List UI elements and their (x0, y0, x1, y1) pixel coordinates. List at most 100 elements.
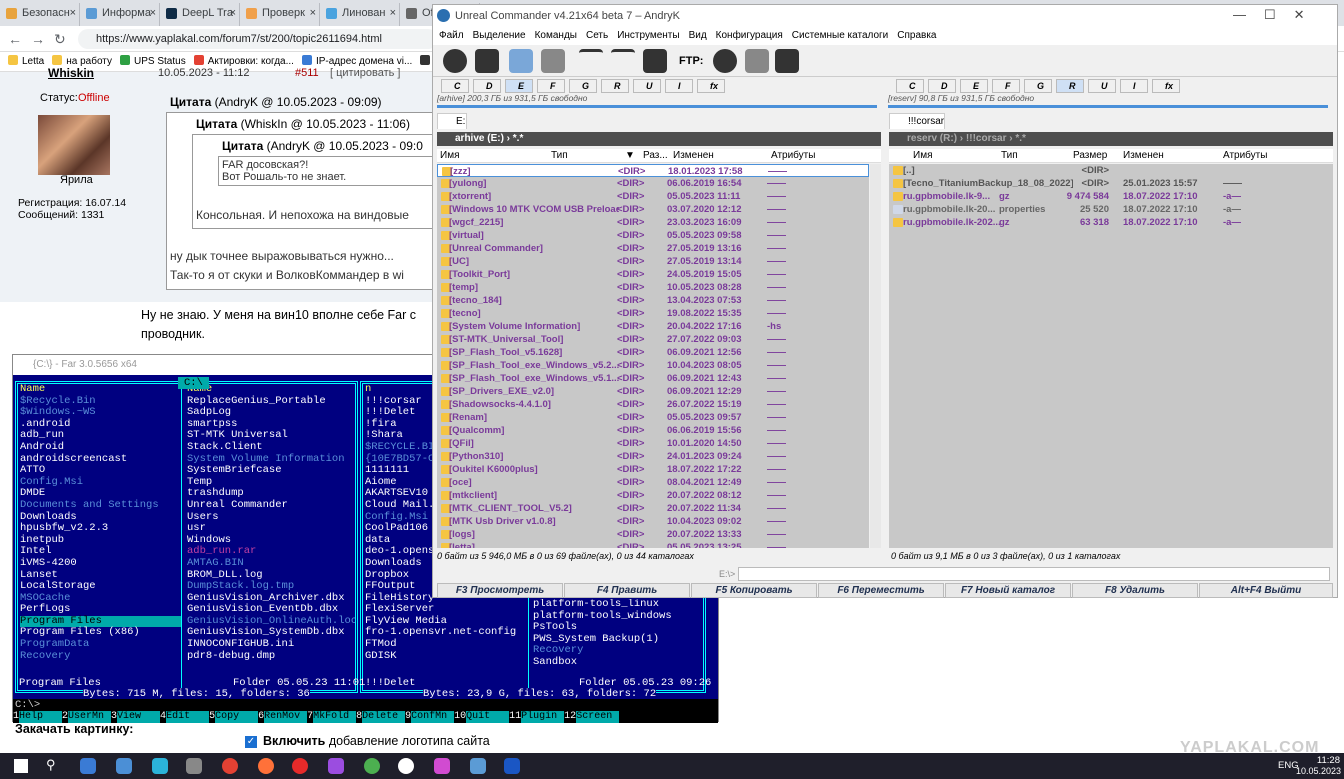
far-file-entry[interactable]: hpusbfw_v2.2.3 (20, 523, 181, 535)
file-row[interactable]: [Unreal Commander] <DIR> 27.05.2019 13:16—… (437, 242, 869, 255)
drive-button[interactable]: fx (697, 79, 725, 93)
close-icon[interactable]: × (310, 3, 316, 24)
uc-menu-item[interactable]: Файл (439, 30, 464, 41)
uc-right-header[interactable]: Имя Тип Размер Изменен Атрибуты (889, 149, 1333, 163)
window-controls[interactable]: —☐✕ (1233, 7, 1323, 23)
drive-button[interactable]: F (537, 79, 565, 93)
browser-tab[interactable]: DeepL Tra × (160, 3, 240, 26)
swap-back-icon[interactable] (611, 49, 635, 73)
file-row[interactable]: ru.gpbmobile.lk-9... gz 9 474 584 18.07.202… (889, 190, 1333, 203)
file-row[interactable]: [SP_Flash_Tool_exe_Windows_v5.1...] <DIR>… (437, 372, 869, 385)
far-task-icon[interactable] (504, 758, 520, 774)
uc-toolbar[interactable]: FTP: (433, 45, 1337, 77)
drive-button[interactable]: C (896, 79, 924, 93)
file-row[interactable]: [MTK Usb Driver v1.0.8] <DIR> 10.04.2023 0… (437, 515, 869, 528)
uc-right-path[interactable]: reserv (R:) › !!!corsar › *.* (889, 132, 1333, 146)
chrome-icon[interactable] (222, 758, 238, 774)
app-star-icon[interactable] (152, 758, 168, 774)
far-key-label[interactable]: View (117, 711, 161, 723)
far-left-col2[interactable]: Name ReplaceGenius_Portable SadpLog smartps… (187, 384, 355, 690)
drive-button[interactable]: U (633, 79, 661, 93)
uc-menu-item[interactable]: Сеть (586, 30, 608, 41)
file-row[interactable]: [UC] <DIR> 27.05.2019 13:14 —— (437, 255, 869, 268)
far-file-entry[interactable]: Android (20, 441, 181, 454)
uc-menu-item[interactable]: Вид (689, 30, 707, 41)
col-type[interactable]: Тип (1001, 149, 1018, 163)
function-key-button[interactable]: F4 Править (564, 583, 690, 598)
far-file-entry[interactable]: LocalStorage (20, 580, 181, 593)
ftp-disconnect-icon[interactable] (775, 49, 799, 73)
file-row[interactable]: [SP_Flash_Tool_v5.1628] <DIR> 06.09.2021 1… (437, 346, 869, 359)
far-file-entry[interactable]: ProgramData (20, 638, 181, 651)
logo-checkbox[interactable]: ✓ (245, 736, 257, 748)
file-row[interactable]: [Windows 10 MTK VCOM USB Preload...] <DIR… (437, 203, 869, 216)
bookmark-item[interactable]: Letta (8, 52, 44, 71)
far-key-label[interactable]: Quit (466, 711, 510, 723)
file-row[interactable]: [letta] <DIR> 05.05.2023 13:25 —— (437, 541, 869, 548)
app-pink-icon[interactable] (434, 758, 450, 774)
col-name[interactable]: Имя (913, 149, 932, 163)
uc-menu-item[interactable]: Команды (535, 30, 577, 41)
close-icon[interactable]: × (230, 3, 236, 24)
cat-icon[interactable] (643, 49, 667, 73)
far-right-col2[interactable]: platform-tools_linux platform-tools_windo… (533, 599, 703, 689)
post-username[interactable]: Whiskin (48, 66, 94, 80)
far-key-label[interactable]: Copy (215, 711, 259, 723)
uc-left-filelist[interactable]: [zzz] <DIR> 18.01.2023 17:58 —— [yulong] <DIR… (437, 164, 869, 548)
uc-menubar[interactable]: Файл Выделение Команды Сеть Инструменты Вид Ко… (433, 27, 1337, 45)
drive-button[interactable]: D (928, 79, 956, 93)
far-file-entry[interactable]: pdr8-debug.dmp (187, 650, 355, 663)
file-row[interactable]: [mtkclient] <DIR> 20.07.2022 08:12 —— (437, 489, 869, 502)
drive-button[interactable]: D (473, 79, 501, 93)
file-row[interactable]: [Python310] <DIR> 24.01.2023 09:24 —— (437, 450, 869, 463)
avatar[interactable] (38, 115, 110, 175)
file-row[interactable]: [Renam] <DIR> 05.05.2023 09:57 —— (437, 411, 869, 424)
uc-menu-item[interactable]: Конфигурация (716, 30, 783, 41)
browser-tab[interactable]: Линован × (320, 3, 400, 26)
uc-left-header[interactable]: Имя Тип ▼ Раз... Изменен Атрибуты (437, 149, 881, 163)
ftp-connect-icon[interactable] (713, 49, 737, 73)
file-row[interactable]: [tecno_184] <DIR> 13.04.2023 07:53 —— (437, 294, 869, 307)
drive-button[interactable]: R (601, 79, 629, 93)
far-file-entry[interactable]: FTMod (365, 638, 528, 651)
far-key-label[interactable]: Plugin (521, 711, 565, 723)
col-size[interactable]: Раз... (643, 149, 668, 163)
uc-right-filelist[interactable]: [..] <DIR> [Tecno_TitaniumBackup_18_08_202… (889, 164, 1333, 548)
app-uc-icon[interactable] (116, 758, 132, 774)
far-file-entry[interactable]: DumpStack.log.tmp (187, 580, 355, 593)
clock-date[interactable]: 10.05.2023 (1296, 766, 1341, 776)
task-view-icon[interactable] (80, 758, 96, 774)
far-key-label[interactable]: Screen (576, 711, 620, 723)
far-key-label[interactable]: ConfMn (411, 711, 455, 723)
drive-button[interactable]: I (1120, 79, 1148, 93)
file-row[interactable]: [MTK_CLIENT_TOOL_V5.2] <DIR> 20.07.2022 11… (437, 502, 869, 515)
drive-button[interactable]: F (992, 79, 1020, 93)
file-row[interactable]: [zzz] <DIR> 18.01.2023 17:58 —— (437, 164, 869, 177)
browser-tab[interactable]: Проверк × (240, 3, 320, 26)
far-file-entry[interactable]: Recovery (20, 650, 181, 663)
uc-menu-item[interactable]: Системные каталоги (792, 30, 888, 41)
uc-left-scrollbar[interactable] (870, 164, 881, 548)
nav-buttons[interactable]: ←→↻ (8, 31, 75, 48)
far-key-label[interactable]: Delete (362, 711, 406, 723)
file-row[interactable]: [System Volume Information] <DIR> 20.04.20… (437, 320, 869, 333)
drive-button[interactable]: E (960, 79, 988, 93)
file-row[interactable]: [Tecno_TitaniumBackup_18_08_2022] <DIR> 25… (889, 177, 1333, 190)
col-name[interactable]: Имя (440, 149, 459, 163)
uc-cmd-input[interactable] (738, 567, 1330, 581)
col-attr[interactable]: Атрибуты (771, 149, 815, 163)
uc-left-drives[interactable]: C D E F G R U Ifx (433, 77, 883, 93)
far-file-entry[interactable]: Documents and Settings (20, 499, 181, 512)
close-icon[interactable]: × (150, 3, 156, 24)
uc-left-tab[interactable]: E: (437, 113, 467, 129)
post-ref[interactable]: #511 (295, 67, 319, 79)
drive-button[interactable]: G (1024, 79, 1052, 93)
refresh-icon[interactable] (443, 49, 467, 73)
uc-menu-item[interactable]: Справка (897, 30, 936, 41)
function-key-button[interactable]: F5 Копировать (691, 583, 817, 598)
uc-left-path[interactable]: arhive (E:) › *.* (437, 132, 881, 146)
yandex-icon[interactable] (398, 758, 414, 774)
drive-button[interactable]: fx (1152, 79, 1180, 93)
far-file-entry[interactable]: Sandbox (533, 656, 703, 669)
col-date[interactable]: Изменен (1123, 149, 1164, 163)
